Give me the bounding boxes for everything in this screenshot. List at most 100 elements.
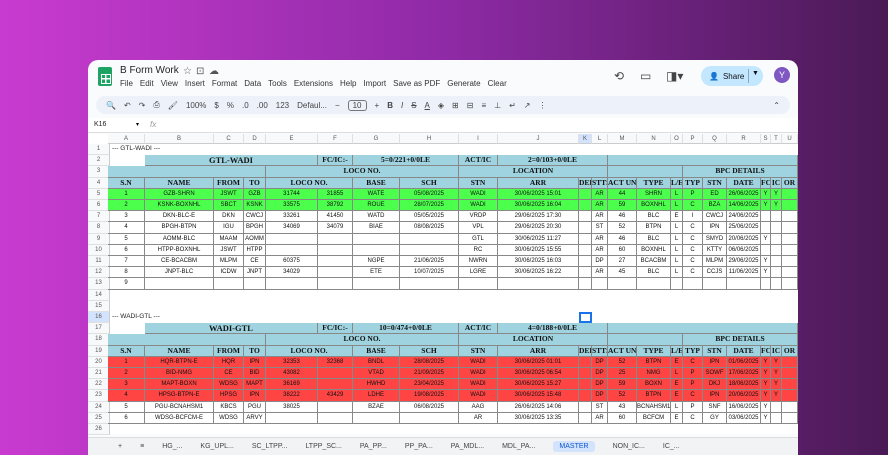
menu-data[interactable]: Data [244, 79, 261, 88]
column-header-G[interactable]: G [353, 134, 400, 144]
menu-view[interactable]: View [161, 79, 178, 88]
percent-button[interactable]: % [227, 101, 234, 110]
redo-icon[interactable]: ↷ [139, 101, 146, 110]
column-header-B[interactable]: B [145, 134, 214, 144]
selected-cell[interactable] [579, 312, 592, 323]
menu-edit[interactable]: Edit [140, 79, 154, 88]
align-icon[interactable]: ≡ [481, 101, 486, 110]
print-icon[interactable]: ⎙ [153, 100, 159, 110]
column-header-I[interactable]: I [459, 134, 498, 144]
decrease-decimal-button[interactable]: .0 [242, 101, 249, 110]
row-header[interactable]: 26 [88, 424, 110, 436]
more-icon[interactable]: ⋮ [539, 101, 547, 110]
row-header[interactable]: 9 [88, 233, 110, 245]
sheet-tab[interactable]: IC_... [663, 443, 680, 450]
sheet-tab[interactable]: MASTER [553, 441, 595, 452]
comments-icon[interactable]: ▭ [640, 69, 651, 83]
star-icon[interactable]: ☆ [183, 66, 192, 77]
column-header-O[interactable]: O [671, 134, 683, 144]
row-header[interactable]: 5 [88, 188, 110, 200]
text-color-icon[interactable]: A [425, 101, 430, 110]
column-header-Q[interactable]: Q [703, 134, 727, 144]
search-icon[interactable]: 🔍 [106, 101, 116, 110]
column-header-T[interactable]: T [771, 134, 782, 144]
sheet-tab[interactable]: KG_UPL... [200, 443, 233, 450]
cloud-status-icon[interactable]: ☁ [209, 66, 219, 77]
menu-extensions[interactable]: Extensions [294, 79, 333, 88]
menu-import[interactable]: Import [363, 79, 386, 88]
add-sheet-icon[interactable]: + [118, 443, 122, 450]
column-header-K[interactable]: K [579, 134, 592, 144]
column-header-P[interactable]: P [683, 134, 703, 144]
avatar[interactable]: Y [774, 67, 790, 83]
history-icon[interactable]: ⟲ [614, 69, 624, 83]
all-sheets-icon[interactable]: ≡ [140, 443, 144, 450]
menu-help[interactable]: Help [340, 79, 356, 88]
row-header[interactable]: 1 [88, 144, 110, 156]
font-size-minus-icon[interactable]: − [335, 101, 340, 110]
paint-format-icon[interactable]: 🖌 [168, 101, 178, 110]
row-header[interactable]: 8 [88, 222, 110, 234]
share-dropdown-icon[interactable]: ▼ [752, 70, 759, 77]
menu-save-as-pdf[interactable]: Save as PDF [393, 79, 440, 88]
sheet-tab[interactable]: PP_PA... [405, 443, 433, 450]
column-header-N[interactable]: N [637, 134, 671, 144]
row-header[interactable]: 10 [88, 244, 110, 256]
font-select[interactable]: Defaul... [297, 101, 327, 110]
borders-icon[interactable]: ⊞ [452, 101, 459, 110]
row-header[interactable]: 19 [88, 345, 110, 357]
font-size-plus-icon[interactable]: + [375, 101, 380, 110]
sheet-tab[interactable]: PA_MDL... [451, 443, 484, 450]
row-header[interactable]: 24 [88, 401, 110, 413]
row-header[interactable]: 2 [88, 155, 110, 167]
increase-decimal-button[interactable]: .00 [257, 101, 268, 110]
row-header[interactable]: 25 [88, 412, 110, 424]
row-header[interactable]: 22 [88, 379, 110, 391]
column-header-J[interactable]: J [498, 134, 579, 144]
strikethrough-icon[interactable]: S [411, 101, 416, 110]
undo-icon[interactable]: ↶ [124, 101, 131, 110]
menu-generate[interactable]: Generate [447, 79, 480, 88]
column-header-U[interactable]: U [782, 134, 798, 144]
column-header-M[interactable]: M [608, 134, 637, 144]
move-icon[interactable]: ⊡ [196, 66, 204, 77]
bold-icon[interactable]: B [387, 101, 393, 110]
menu-format[interactable]: Format [212, 79, 237, 88]
sheet-tab[interactable]: SC_LTPP... [252, 443, 288, 450]
row-header[interactable]: 4 [88, 177, 110, 189]
name-box-dropdown-icon[interactable]: ▾ [136, 121, 139, 128]
row-header[interactable]: 18 [88, 334, 110, 346]
row-header[interactable]: 11 [88, 256, 110, 268]
wrap-icon[interactable]: ↵ [509, 101, 516, 110]
menu-clear[interactable]: Clear [488, 79, 507, 88]
column-header-L[interactable]: L [592, 134, 608, 144]
row-header[interactable]: 15 [88, 300, 110, 312]
spreadsheet-grid[interactable]: A B C D E F G H I J K L M N O P Q R S T U 1 2 3 4 5 6 7 8 9 10 11 12 13 14… [88, 134, 798, 436]
column-header-D[interactable]: D [244, 134, 266, 144]
row-header[interactable]: 16 [88, 312, 110, 324]
sheet-tab[interactable]: NON_IC... [613, 443, 645, 450]
zoom-select[interactable]: 100% [186, 101, 206, 110]
sheet-tab[interactable]: MDL_PA... [502, 443, 535, 450]
collapse-toolbar-icon[interactable]: ⌃ [773, 101, 780, 110]
document-title[interactable]: B Form Work [120, 65, 179, 76]
merge-icon[interactable]: ⊟ [467, 101, 474, 110]
share-button[interactable]: 👤 Share ▼ [701, 66, 763, 86]
menu-insert[interactable]: Insert [185, 79, 205, 88]
rotate-icon[interactable]: ↗ [524, 101, 531, 110]
row-header[interactable]: 21 [88, 368, 110, 380]
row-header[interactable]: 6 [88, 200, 110, 212]
fill-color-icon[interactable]: ◈ [438, 101, 444, 110]
column-header-C[interactable]: C [214, 134, 244, 144]
menu-tools[interactable]: Tools [268, 79, 287, 88]
name-box[interactable]: K16 [94, 121, 106, 128]
row-header[interactable]: 7 [88, 211, 110, 223]
row-header[interactable]: 14 [88, 289, 110, 301]
row-header[interactable]: 23 [88, 390, 110, 402]
currency-button[interactable]: $ [214, 101, 218, 110]
italic-icon[interactable]: I [401, 101, 403, 110]
row-header[interactable]: 20 [88, 356, 110, 368]
sheet-tab[interactable]: HG_... [162, 443, 182, 450]
menu-file[interactable]: File [120, 79, 133, 88]
row-header[interactable]: 12 [88, 267, 110, 279]
